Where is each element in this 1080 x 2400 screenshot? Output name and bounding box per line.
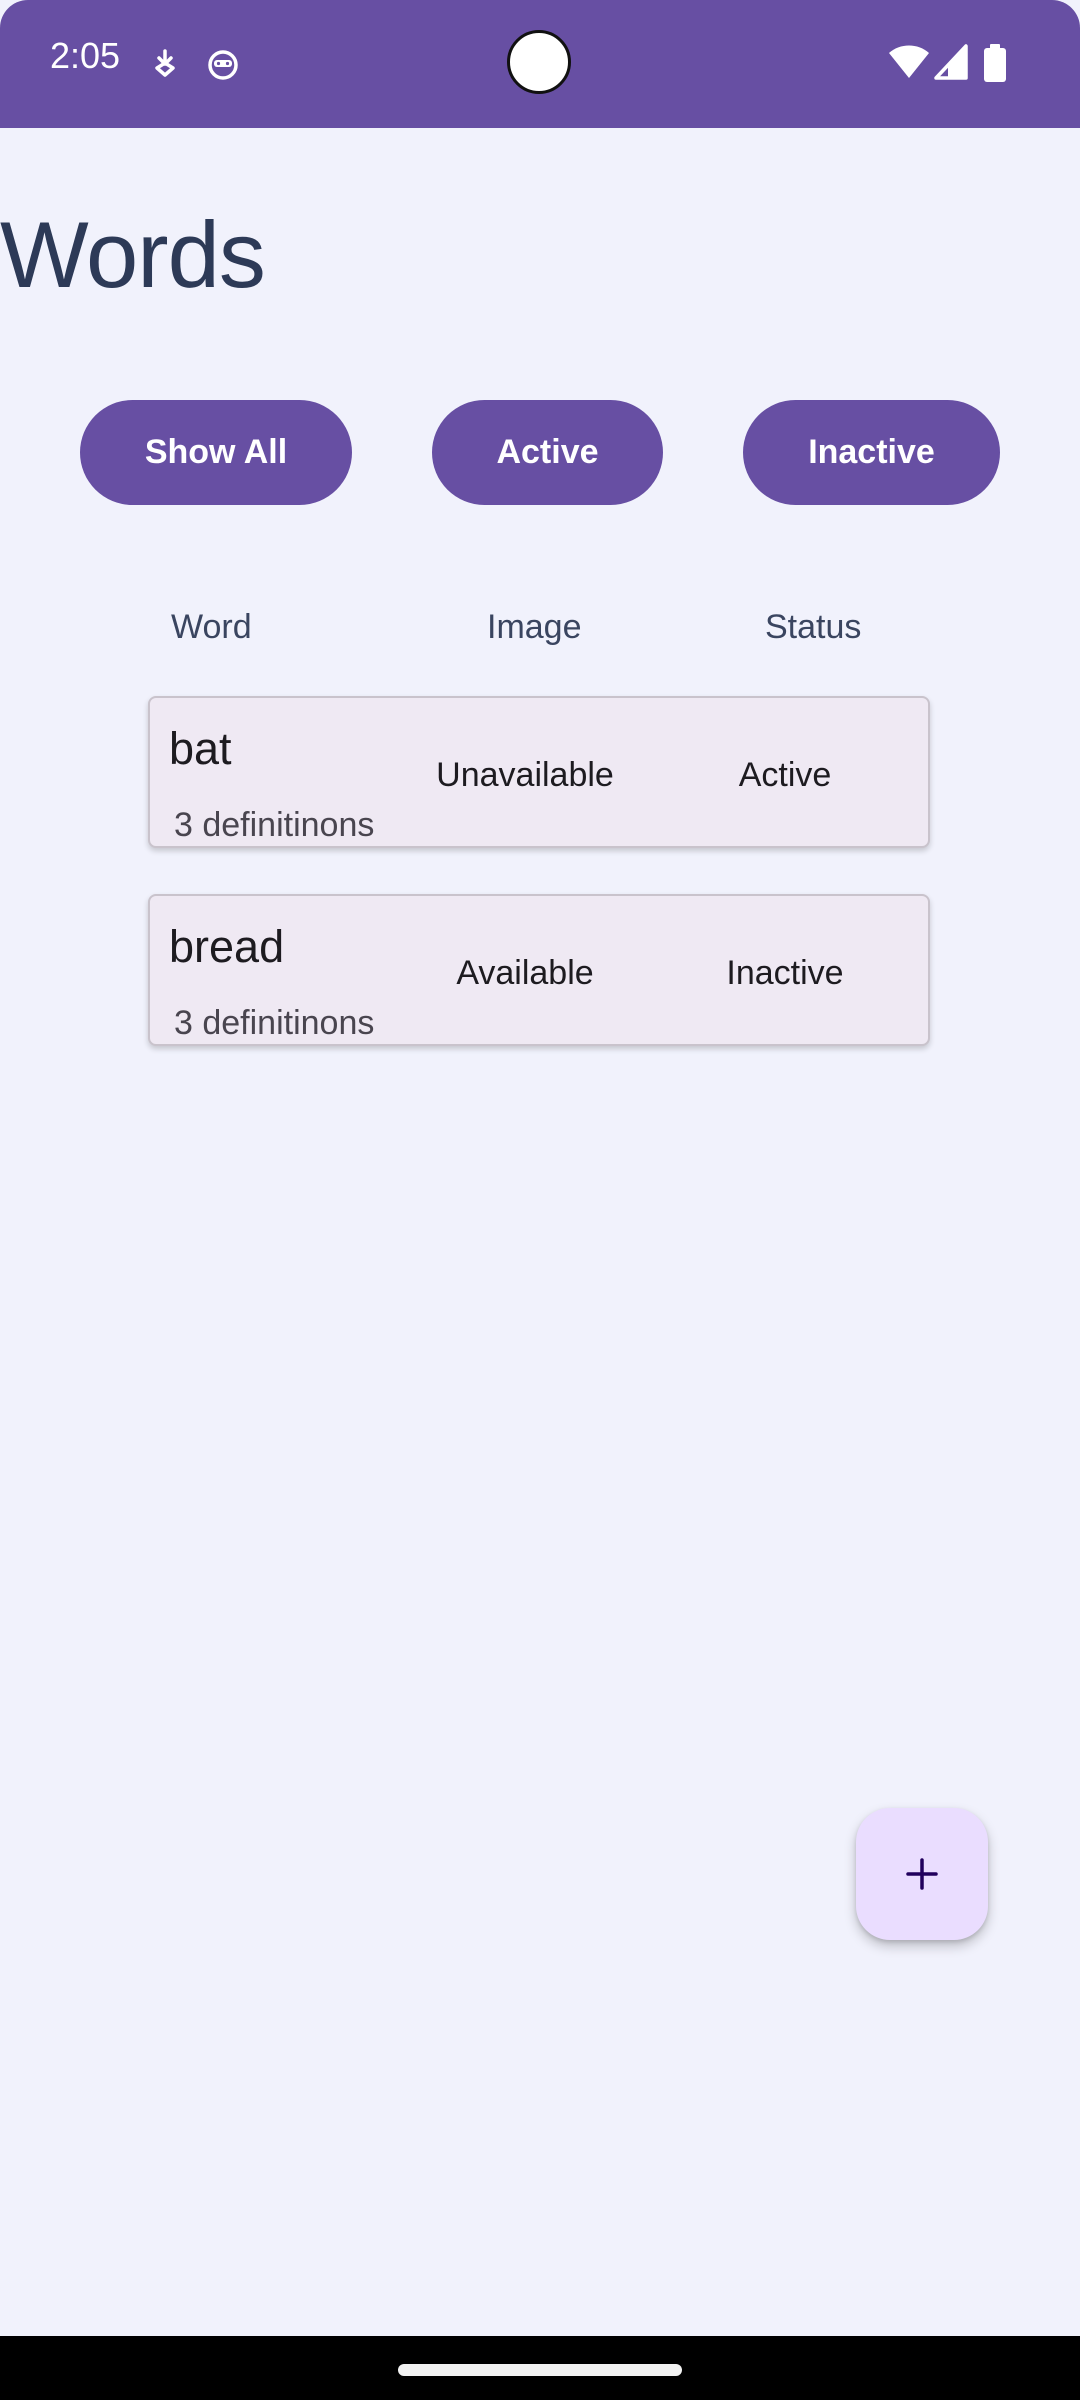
- word-text: bread: [169, 921, 285, 972]
- camera-cutout: [507, 30, 571, 94]
- plus-icon: [906, 1858, 938, 1890]
- word-text: bat: [169, 723, 232, 774]
- page-title: Words: [0, 202, 266, 307]
- battery-icon: [984, 44, 1006, 82]
- column-header-image: Image: [487, 608, 582, 646]
- word-status: Active: [738, 756, 832, 794]
- image-availability: Available: [456, 954, 594, 992]
- column-header-word: Word: [171, 608, 252, 646]
- column-header-status: Status: [765, 608, 862, 646]
- status-time: 2:05: [50, 35, 121, 76]
- wifi-icon: [889, 45, 929, 78]
- image-availability: Unavailable: [436, 756, 614, 794]
- word-card-bread[interactable]: bread 3 definitinons Available Inactive: [148, 894, 930, 1046]
- word-status: Inactive: [726, 954, 844, 992]
- active-filter-button[interactable]: Active: [432, 400, 663, 505]
- home-gesture-handle[interactable]: [398, 2364, 682, 2376]
- show-all-button[interactable]: Show All: [80, 400, 352, 505]
- android-face-icon: [208, 50, 238, 80]
- signal-icon: [934, 44, 968, 80]
- definitions-count: 3 definitinons: [174, 806, 375, 844]
- download-icon: [155, 49, 175, 77]
- status-bar: 2:05: [0, 0, 1080, 128]
- add-word-button[interactable]: [856, 1808, 988, 1940]
- definitions-count: 3 definitinons: [174, 1004, 375, 1042]
- word-card-bat[interactable]: bat 3 definitinons Unavailable Active: [148, 696, 930, 848]
- inactive-filter-button[interactable]: Inactive: [743, 400, 1000, 505]
